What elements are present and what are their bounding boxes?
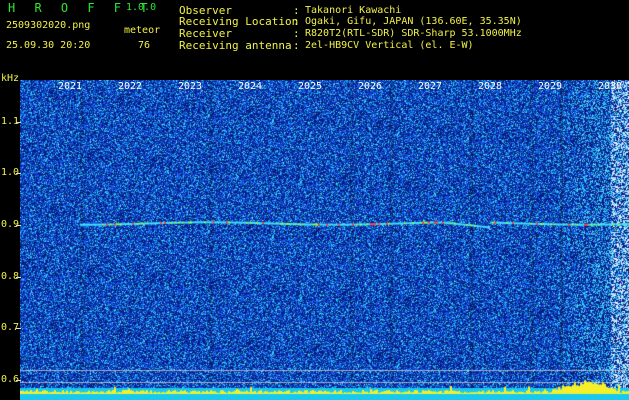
x-tick-label: 2030 [598,81,623,92]
info-key-receiver: Receiver [179,27,232,40]
info-value-location: Ogaki, Gifu, JAPAN (136.60E, 35.35N) [305,16,522,27]
info-sep: : [293,39,300,52]
x-tick-label: 2022 [118,81,143,92]
x-tick-label: 2027 [418,81,443,92]
y-tick-mark [16,380,21,381]
app-version: 1.0.0 [126,2,157,13]
x-tick-label: 2024 [238,81,263,92]
y-tick-mark [16,173,21,175]
header-panel: H R O F F T 1.0.0 2509302020.png meteor … [0,0,629,84]
y-axis-unit: kHz [1,73,20,84]
info-key-location: Receiving Location [179,15,299,28]
info-value-receiver: R820T2(RTL-SDR) SDR-Sharp 53.1000MHz [305,28,522,39]
meteor-count: 76 [138,40,151,51]
meteor-label: meteor [124,25,161,36]
x-tick-label: 2028 [478,81,503,92]
info-value-antenna: 2el-HB9CV Vertical (el. E-W) [305,40,474,51]
x-tick-label: 2023 [178,81,203,92]
y-tick-mark [16,121,21,123]
x-tick-label: 2021 [58,81,83,92]
spectrogram-panel [20,80,629,400]
x-tick-label: 2026 [358,81,383,92]
file-name: 2509302020.png [6,20,91,31]
info-sep: : [293,15,300,28]
x-tick-label: 2029 [538,81,563,92]
spectrogram-canvas [20,80,629,400]
y-tick-mark [16,328,21,330]
y-tick-mark [16,276,21,278]
info-value-observer: Takanori Kawachi [305,5,402,16]
x-tick-label: 2025 [298,81,323,92]
info-key-antenna: Receiving antenna [179,39,292,52]
date-time: 25.09.30 20:20 [6,40,91,51]
y-tick-mark [16,225,21,227]
info-sep: : [293,27,300,40]
